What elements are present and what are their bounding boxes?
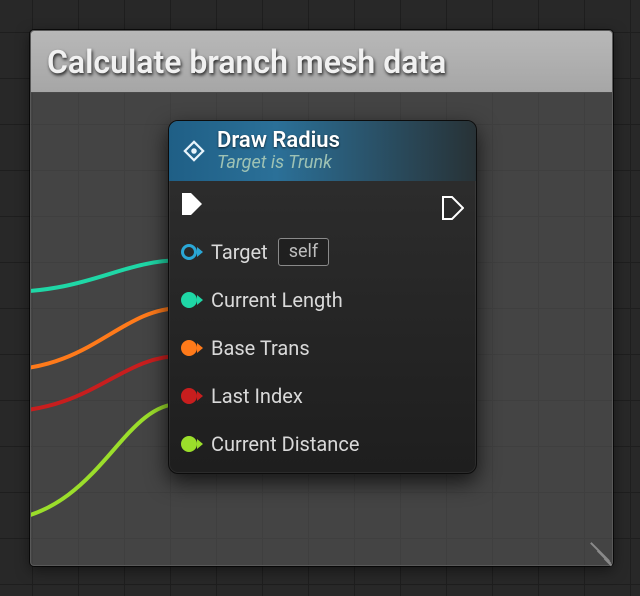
pin-target[interactable]: Target self	[181, 239, 442, 265]
function-node-draw-radius[interactable]: Draw Radius Target is Trunk	[168, 120, 477, 474]
pin-label: Current Length	[211, 288, 343, 312]
comment-title-text: Calculate branch mesh data	[47, 43, 446, 81]
comment-node[interactable]: Calculate branch mesh data	[30, 30, 613, 566]
node-body: Target self Current Length	[169, 181, 476, 473]
pin-current-distance[interactable]: Current Distance	[181, 431, 442, 457]
exec-arrow-icon	[181, 192, 203, 216]
pin-socket-icon	[181, 434, 201, 454]
node-title: Draw Radius	[217, 129, 340, 152]
pin-label: Last Index	[211, 384, 303, 408]
comment-title-bar[interactable]: Calculate branch mesh data	[31, 31, 612, 93]
comment-resize-handle[interactable]	[587, 540, 609, 562]
node-header[interactable]: Draw Radius Target is Trunk	[169, 121, 476, 181]
exec-input-pin[interactable]	[181, 191, 442, 217]
function-icon	[183, 140, 205, 162]
pin-socket-icon	[181, 242, 201, 262]
comment-body: Draw Radius Target is Trunk	[31, 93, 612, 565]
pin-base-trans[interactable]: Base Trans	[181, 335, 442, 361]
pin-default-value[interactable]: self	[278, 238, 329, 266]
pin-current-length[interactable]: Current Length	[181, 287, 442, 313]
pin-socket-icon	[181, 386, 201, 406]
pin-last-index[interactable]: Last Index	[181, 383, 442, 409]
pin-socket-icon	[181, 338, 201, 358]
exec-output-pin[interactable]	[442, 195, 464, 221]
pin-label: Target	[211, 240, 268, 264]
pin-label: Current Distance	[211, 432, 359, 456]
pin-socket-icon	[181, 290, 201, 310]
node-subtitle: Target is Trunk	[217, 154, 340, 173]
pin-label: Base Trans	[211, 336, 310, 360]
exec-arrow-outline-icon	[442, 196, 464, 220]
